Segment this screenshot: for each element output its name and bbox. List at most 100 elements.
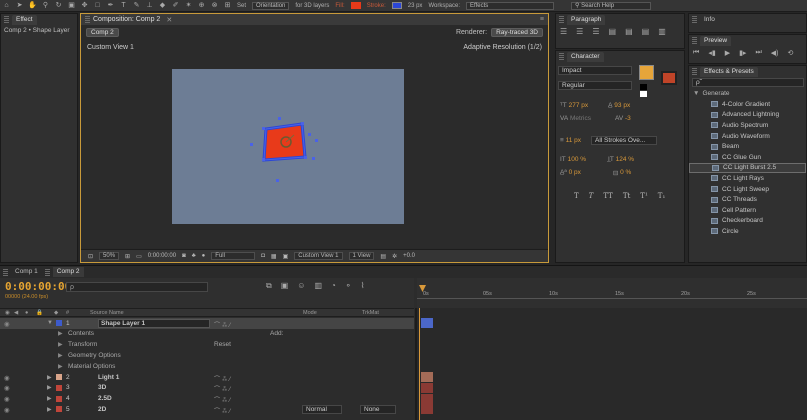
world-axis-icon[interactable]: ⊗	[210, 2, 219, 10]
trkmat-header[interactable]: TrkMat	[362, 310, 379, 316]
close-icon[interactable]: ✕	[166, 16, 172, 24]
grip-icon[interactable]	[559, 53, 564, 60]
layer-switches[interactable]: ⌒ ⁂ ⁄	[214, 320, 230, 329]
category-generate[interactable]: ▼ Generate	[689, 88, 806, 99]
pen-tool-icon[interactable]: ✒	[106, 2, 115, 10]
time-ruler[interactable]: 0s 05s 10s 15s 20s 25s	[417, 278, 807, 308]
effect-item[interactable]: Audio Waveform	[689, 131, 806, 142]
layer-name[interactable]: 2D	[98, 406, 106, 413]
stroke-width-value[interactable]: 11 px	[566, 137, 581, 144]
tab-character[interactable]: Character	[567, 51, 604, 62]
horizontal-scale-value[interactable]: 124 %	[616, 156, 634, 163]
brainstorm-icon[interactable]: ⚬	[345, 281, 352, 291]
play-icon[interactable]: ▶	[725, 49, 730, 57]
keyframe-marker[interactable]	[419, 329, 422, 338]
eraser-tool-icon[interactable]: ◆	[158, 2, 167, 10]
expand-arrow-icon[interactable]: ▶	[47, 384, 52, 391]
track-matte-dropdown[interactable]: None	[360, 405, 396, 415]
puppet-tool-icon[interactable]: ✶	[184, 2, 193, 10]
baseline-shift-value[interactable]: 0 px	[569, 169, 581, 176]
blend-mode-dropdown[interactable]: Normal	[302, 405, 342, 415]
keyframe-marker[interactable]	[419, 362, 422, 371]
home-icon[interactable]: ⌂	[2, 2, 11, 10]
effect-item[interactable]: Beam	[689, 141, 806, 152]
grip-icon[interactable]	[692, 37, 697, 44]
expand-arrow-icon[interactable]: ▶	[58, 352, 63, 359]
renderer-button[interactable]: Ray-traced 3D	[491, 27, 543, 37]
show-snapshot-icon[interactable]: ♣	[192, 253, 196, 259]
visibility-icon[interactable]: ◉	[4, 406, 10, 414]
label-color-swatch[interactable]	[56, 374, 62, 380]
expand-arrow-icon[interactable]: ▶	[58, 363, 63, 370]
tab-preview[interactable]: Preview	[700, 35, 732, 46]
mask-visibility-icon[interactable]: ▭	[136, 253, 142, 260]
grip-icon[interactable]	[3, 268, 8, 276]
layer-switches[interactable]: ⌒ ⁂ ⁄	[214, 374, 230, 383]
layer-row[interactable]: ◉ ▶ 3 3D ⌒ ⁂ ⁄	[0, 383, 414, 394]
rectangle-tool-icon[interactable]: □	[93, 2, 102, 10]
track-area[interactable]	[417, 308, 807, 420]
effect-item[interactable]: Cell Pattern	[689, 205, 806, 216]
clone-tool-icon[interactable]: ⊥	[145, 2, 154, 10]
keyframe-marker[interactable]	[419, 340, 422, 349]
brush-tool-icon[interactable]: ✎	[132, 2, 141, 10]
stroke-width[interactable]: 23 px	[408, 3, 423, 9]
zoom-tool-icon[interactable]: ⚲	[41, 2, 50, 10]
hand-tool-icon[interactable]: ✋	[28, 2, 37, 10]
resolution-dropdown[interactable]: Full	[211, 252, 256, 260]
stroke-color-swatch[interactable]	[661, 71, 677, 85]
mute-icon[interactable]: ◀)	[771, 49, 779, 57]
layer-name[interactable]: 3D	[98, 384, 106, 391]
layer-switches[interactable]: ⌒ ⁂ ⁄	[214, 406, 230, 415]
layer-duration-bar[interactable]	[421, 393, 433, 404]
tab-paragraph[interactable]: Paragraph	[567, 14, 606, 25]
stroke-swatch[interactable]	[391, 2, 402, 9]
view-axis-icon[interactable]: ⊞	[223, 2, 232, 10]
layer-switches[interactable]: ⌒ ⁂ ⁄	[214, 384, 230, 393]
workspace-dropdown[interactable]: Effects	[466, 1, 555, 10]
layer-duration-bar[interactable]	[421, 404, 433, 415]
snapshot-icon[interactable]: ◙	[182, 253, 186, 259]
justify-right-icon[interactable]: ▤	[642, 27, 650, 36]
kerning-value[interactable]: Metrics	[570, 115, 591, 122]
fill-swatch[interactable]	[350, 2, 361, 9]
comp-mini-flowchart-icon[interactable]: ⧉	[266, 281, 272, 291]
loop-icon[interactable]: ⟲	[787, 49, 793, 57]
rotate-tool-icon[interactable]: ↻	[54, 2, 63, 10]
expand-arrow-icon[interactable]: ▶	[58, 341, 63, 348]
layer-duration-bar[interactable]	[421, 372, 433, 382]
expand-arrow-icon[interactable]: ▼	[47, 320, 53, 326]
shy-icon[interactable]: ☺	[297, 281, 305, 291]
transparency-grid-icon[interactable]: ▦	[271, 253, 277, 260]
property-row[interactable]: ▶ Geometry Options	[0, 350, 414, 361]
layer-name[interactable]: Light 1	[98, 374, 119, 381]
layer-name[interactable]: Shape Layer 1	[98, 318, 210, 328]
safe-zones-icon[interactable]: ⊞	[125, 253, 130, 260]
grip-icon[interactable]	[85, 16, 90, 23]
draft-3d-toggle-icon[interactable]: ▣	[281, 281, 289, 291]
current-time[interactable]: 0:00:00:00	[148, 253, 176, 259]
grip-icon[interactable]	[692, 68, 697, 75]
justify-all-icon[interactable]: ▥	[658, 27, 666, 36]
grip-icon[interactable]	[692, 16, 697, 23]
tab-comp-2[interactable]: Comp 2	[52, 267, 84, 277]
local-axis-icon[interactable]: ⊕	[197, 2, 206, 10]
effect-item[interactable]: Checkerboard	[689, 216, 806, 227]
all-caps-button[interactable]: TT	[603, 192, 612, 200]
effects-search-input[interactable]: ρ˜	[692, 78, 804, 87]
effect-item[interactable]: CC Threads	[689, 194, 806, 205]
layer-duration-bar[interactable]	[421, 382, 433, 393]
composition-title[interactable]: Composition: Comp 2	[93, 16, 160, 23]
font-size-value[interactable]: 277 px	[569, 102, 589, 109]
effect-item[interactable]: CC Light Sweep	[689, 184, 806, 195]
expand-arrow-icon[interactable]: ▶	[47, 395, 52, 402]
mode-header[interactable]: Mode	[303, 310, 317, 316]
effect-item[interactable]: Circle	[689, 226, 806, 237]
subscript-button[interactable]: T₁	[658, 192, 665, 200]
search-help-input[interactable]: ⚲ Search Help	[571, 1, 652, 10]
type-tool-icon[interactable]: T	[119, 2, 128, 10]
expand-arrow-icon[interactable]: ▶	[58, 330, 63, 337]
effect-item[interactable]: CC Light Rays	[689, 173, 806, 184]
visibility-icon[interactable]: ◉	[4, 320, 10, 328]
expand-arrow-icon[interactable]: ▶	[47, 406, 52, 413]
